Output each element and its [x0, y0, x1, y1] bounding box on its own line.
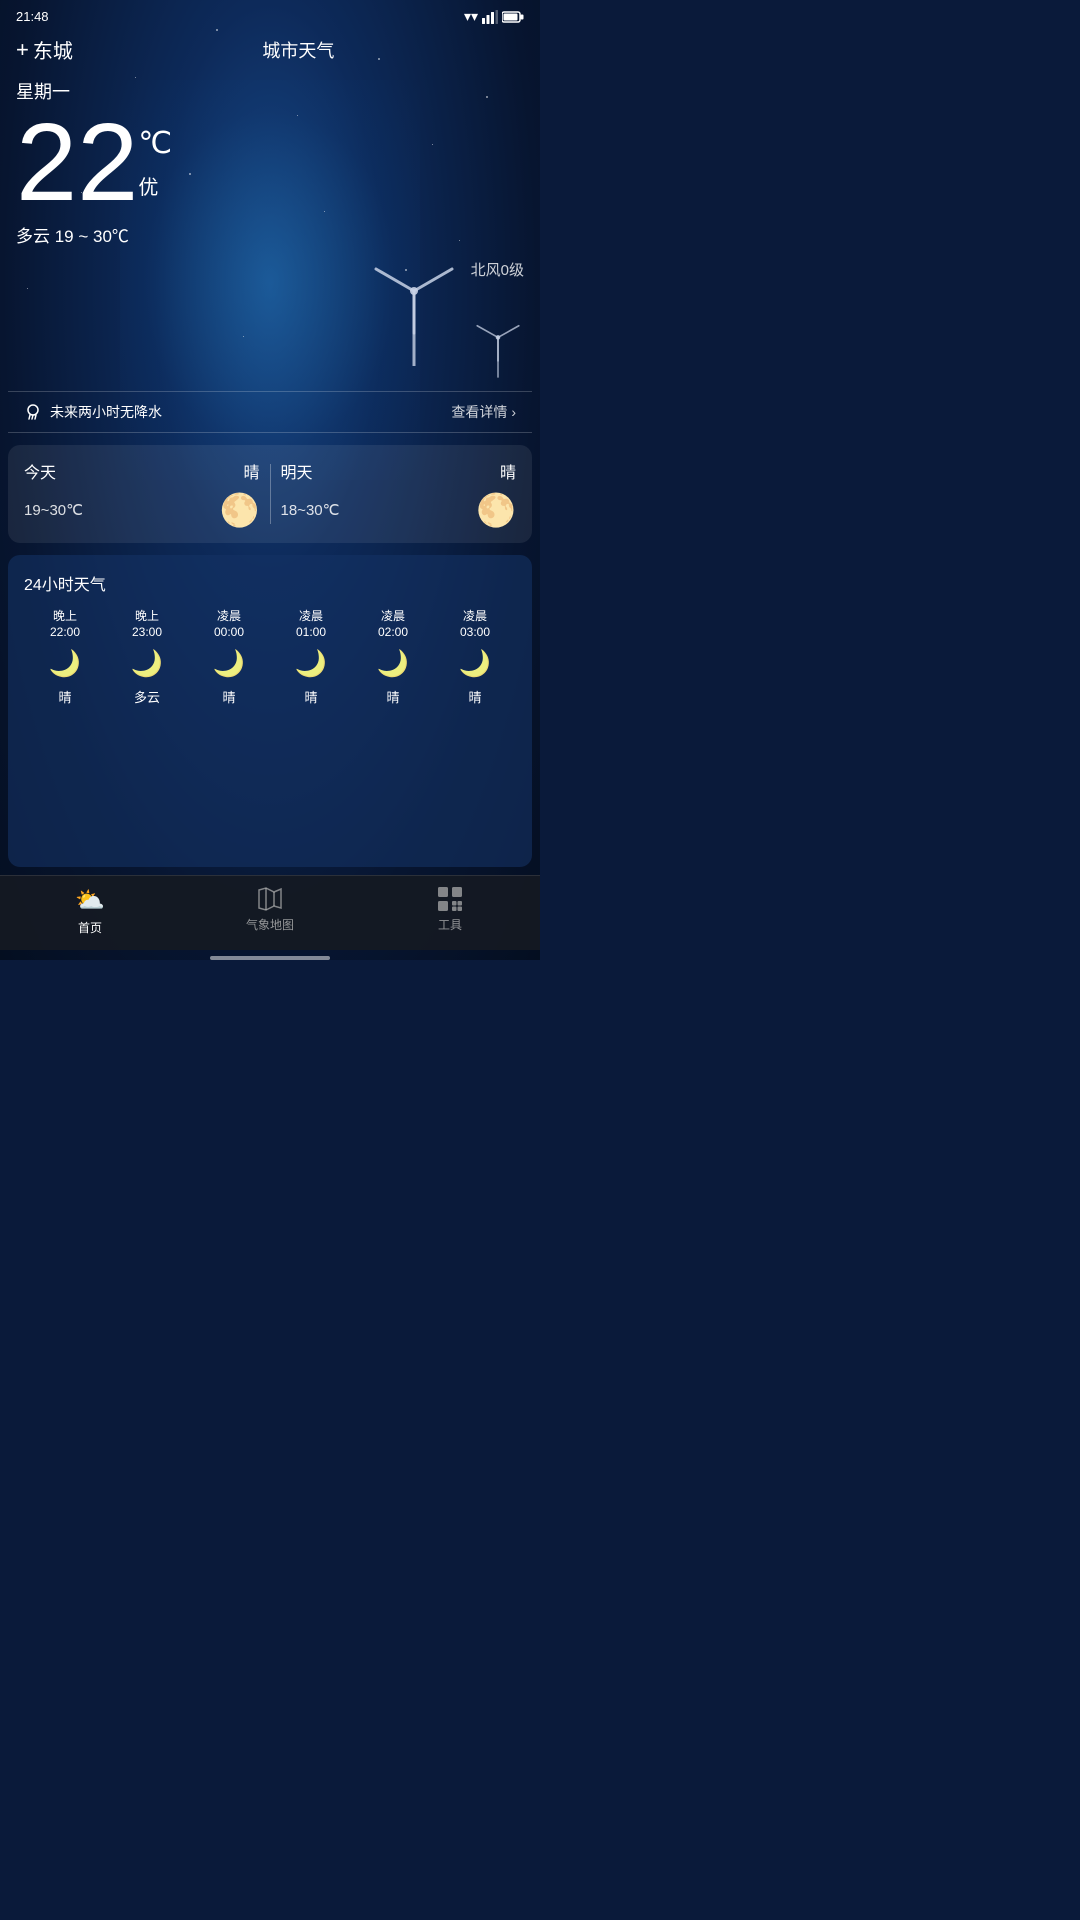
- hourly-weather-icon: 🌙: [459, 648, 491, 679]
- chevron-right-icon: ›: [511, 404, 516, 420]
- home-label: 首页: [78, 919, 102, 936]
- forecast-divider: [270, 464, 271, 524]
- hourly-item: 凌晨01:00 🌙 晴: [270, 609, 352, 706]
- add-city-icon[interactable]: +: [16, 37, 29, 63]
- hourly-time: 凌晨01:00: [296, 609, 326, 640]
- hourly-title: 24小时天气: [24, 571, 516, 595]
- hourly-item: 凌晨02:00 🌙 晴: [352, 609, 434, 706]
- precip-left: 未来两小时无降水: [24, 402, 162, 422]
- wifi-icon: ▾▾: [464, 8, 478, 25]
- temperature-value: 22: [16, 108, 138, 218]
- tomorrow-label: 明天: [281, 459, 313, 483]
- precip-text: 未来两小时无降水: [50, 402, 162, 422]
- nav-home[interactable]: ⛅ 首页: [0, 886, 180, 936]
- hourly-weather-icon: 🌙: [49, 648, 81, 679]
- city-selector[interactable]: + 东城: [16, 35, 73, 64]
- hourly-condition: 晴: [304, 687, 317, 706]
- forecast-card: 今天 晴 19~30℃ 🌕 明天 晴 18~30℃ 🌕: [8, 445, 532, 543]
- forecast-tomorrow: 明天 晴 18~30℃ 🌕: [281, 459, 517, 529]
- bottom-navigation: ⛅ 首页 气象地图 工具: [0, 875, 540, 950]
- tomorrow-weather-icon: 🌕: [476, 491, 516, 529]
- hourly-condition: 晴: [468, 687, 481, 706]
- temp-unit-quality: ℃ 优: [138, 108, 172, 200]
- windmill-1: [364, 246, 464, 371]
- hourly-time: 晚上22:00: [50, 609, 80, 640]
- hourly-item: 晚上23:00 🌙 多云: [106, 609, 188, 706]
- temperature-unit: ℃: [138, 126, 172, 161]
- header-title: 城市天气: [73, 37, 524, 63]
- battery-icon: [502, 11, 524, 23]
- hourly-weather-icon: 🌙: [377, 648, 409, 679]
- hourly-row: 晚上22:00🌙晴晚上23:00🌙多云凌晨00:00🌙晴凌晨01:00🌙晴凌晨0…: [24, 609, 516, 706]
- nav-map[interactable]: 气象地图: [180, 886, 360, 936]
- tools-icon: [437, 886, 463, 912]
- map-icon: [257, 886, 283, 912]
- status-icons: ▾▾: [464, 8, 524, 25]
- home-indicator: [210, 956, 330, 960]
- tomorrow-temp: 18~30℃: [281, 501, 340, 519]
- forecast-today: 今天 晴 19~30℃ 🌕: [24, 459, 260, 529]
- rain-icon: [24, 403, 42, 421]
- air-quality-badge: 优: [138, 171, 172, 200]
- hourly-card: 24小时天气 晚上22:00🌙晴晚上23:00🌙多云凌晨00:00🌙晴凌晨01:…: [8, 555, 532, 867]
- precipitation-bar: 未来两小时无降水 查看详情 ›: [8, 391, 532, 433]
- hourly-item: 凌晨03:00 🌙 晴: [434, 609, 516, 706]
- temperature-section: 22 ℃ 优: [0, 108, 540, 218]
- hourly-weather-icon: 🌙: [295, 648, 327, 679]
- hourly-condition: 晴: [58, 687, 71, 706]
- status-time: 21:48: [16, 9, 49, 24]
- hourly-weather-icon: 🌙: [213, 648, 245, 679]
- hourly-condition: 多云: [134, 687, 160, 706]
- city-name[interactable]: 东城: [33, 35, 73, 64]
- status-bar: 21:48 ▾▾: [0, 0, 540, 29]
- today-condition: 晴: [243, 459, 259, 483]
- home-icon: ⛅: [75, 886, 105, 915]
- forecast-row: 今天 晴 19~30℃ 🌕 明天 晴 18~30℃ 🌕: [24, 459, 516, 529]
- hourly-weather-icon: 🌙: [131, 648, 163, 679]
- hourly-condition: 晴: [222, 687, 235, 706]
- hourly-time: 凌晨00:00: [214, 609, 244, 640]
- hourly-item: 凌晨00:00 🌙 晴: [188, 609, 270, 706]
- wind-area: 北风0级: [16, 251, 524, 391]
- map-label: 气象地图: [246, 916, 294, 933]
- today-label: 今天: [24, 459, 56, 483]
- header: + 东城 城市天气: [0, 29, 540, 70]
- tomorrow-condition: 晴: [500, 459, 516, 483]
- hourly-time: 凌晨02:00: [378, 609, 408, 640]
- hourly-item: 晚上22:00 🌙 晴: [24, 609, 106, 706]
- nav-tools[interactable]: 工具: [360, 886, 540, 936]
- windmill-2: [472, 313, 524, 381]
- today-temp: 19~30℃: [24, 501, 83, 519]
- tools-label: 工具: [438, 916, 462, 933]
- hourly-time: 凌晨03:00: [460, 609, 490, 640]
- hourly-condition: 晴: [386, 687, 399, 706]
- signal-icon: [482, 10, 498, 24]
- today-weather-icon: 🌕: [220, 491, 260, 529]
- hourly-time: 晚上23:00: [132, 609, 162, 640]
- precip-detail[interactable]: 查看详情 ›: [451, 402, 516, 422]
- wind-label: 北风0级: [471, 259, 524, 280]
